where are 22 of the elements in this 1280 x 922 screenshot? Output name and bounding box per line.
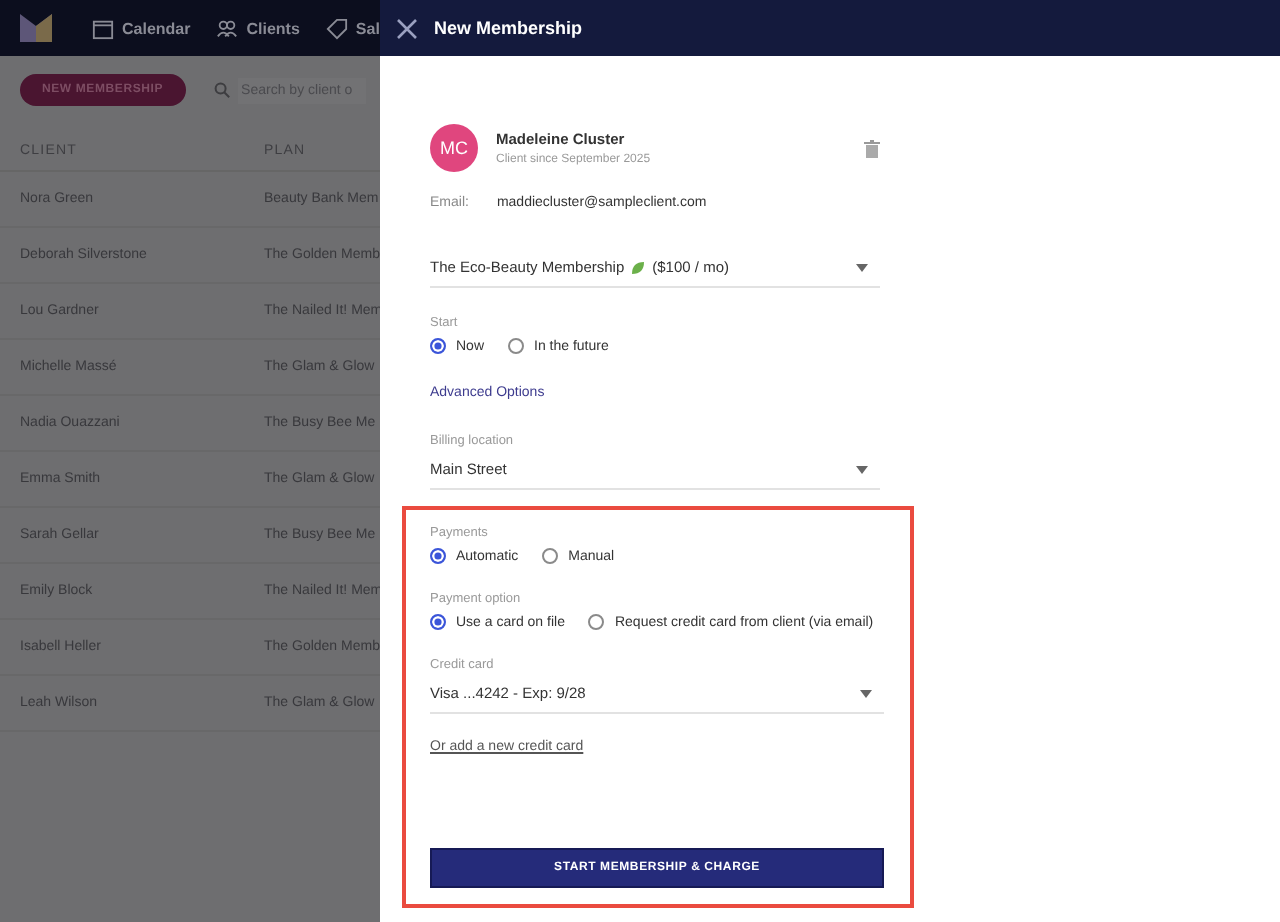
search-icon — [213, 82, 230, 98]
radio-button-icon[interactable] — [430, 548, 446, 564]
people-icon — [216, 17, 239, 39]
radio-button-icon[interactable] — [430, 614, 446, 630]
radio-button-icon[interactable] — [430, 338, 446, 354]
panel-title: New Membership — [434, 18, 583, 38]
nav-item[interactable]: Sal — [325, 17, 380, 39]
nav-item[interactable]: Calendar — [92, 17, 191, 39]
calendar-icon — [92, 17, 114, 39]
close-icon[interactable] — [396, 17, 418, 39]
trash-icon[interactable] — [864, 139, 880, 157]
caret-icon — [860, 689, 872, 697]
radio-button-icon[interactable] — [542, 548, 559, 564]
caret-icon — [856, 465, 868, 473]
caret-icon — [856, 263, 868, 271]
avatar: MC — [430, 124, 478, 172]
radio-button-icon[interactable] — [588, 614, 605, 630]
leaf-icon — [630, 259, 647, 275]
tag-icon — [325, 17, 348, 39]
nav-item[interactable]: Clients — [216, 17, 300, 39]
radio-button-icon[interactable] — [508, 338, 525, 354]
logo-icon[interactable] — [20, 14, 52, 42]
